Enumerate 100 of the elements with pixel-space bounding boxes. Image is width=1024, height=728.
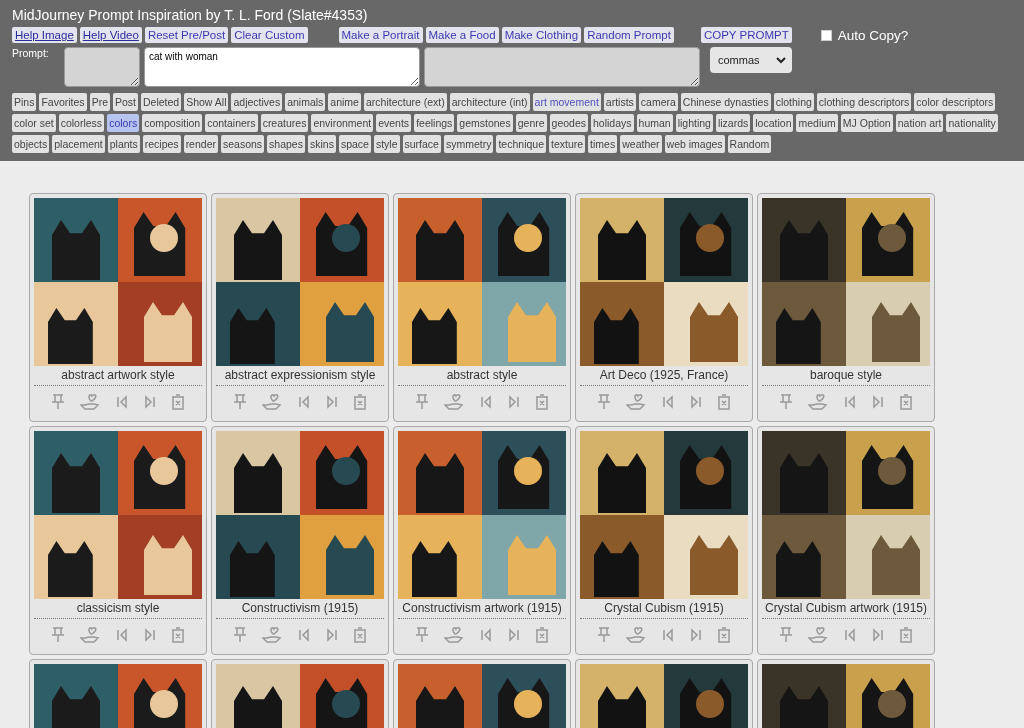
category-tag[interactable]: Deleted: [141, 93, 182, 111]
previous-icon[interactable]: [662, 395, 674, 409]
next-icon[interactable]: [871, 628, 884, 642]
trash-icon[interactable]: [717, 394, 732, 410]
next-icon[interactable]: [143, 628, 156, 642]
category-tag[interactable]: objects: [12, 135, 50, 153]
category-tag[interactable]: human: [636, 114, 673, 132]
category-tag[interactable]: medium: [796, 114, 838, 132]
category-tag[interactable]: geodes: [549, 114, 588, 132]
next-icon[interactable]: [871, 395, 884, 409]
category-tag[interactable]: camera: [638, 93, 678, 111]
previous-icon[interactable]: [480, 395, 492, 409]
previous-icon[interactable]: [116, 628, 128, 642]
category-tag[interactable]: Post: [112, 93, 138, 111]
next-icon[interactable]: [507, 628, 520, 642]
trash-icon[interactable]: [899, 394, 914, 410]
copy-prompt-button[interactable]: COPY PROMPT: [700, 27, 792, 43]
category-tag[interactable]: Pins: [12, 93, 37, 111]
category-tag[interactable]: technique: [496, 135, 546, 153]
pin-icon[interactable]: [414, 627, 429, 643]
category-tag[interactable]: colorless: [58, 114, 105, 132]
hand-heart-icon[interactable]: [262, 626, 283, 644]
category-tag[interactable]: MJ Option: [840, 114, 893, 132]
category-tag[interactable]: space: [338, 135, 371, 153]
pin-icon[interactable]: [414, 394, 429, 410]
trash-icon[interactable]: [535, 627, 550, 643]
trash-icon[interactable]: [171, 394, 186, 410]
pin-icon[interactable]: [778, 627, 793, 643]
hand-heart-icon[interactable]: [808, 626, 829, 644]
category-tag[interactable]: skins: [307, 135, 336, 153]
previous-icon[interactable]: [844, 395, 856, 409]
category-tag[interactable]: Pre: [89, 93, 110, 111]
previous-icon[interactable]: [298, 395, 310, 409]
category-tag[interactable]: art movement: [532, 93, 601, 111]
category-tag[interactable]: plants: [107, 135, 140, 153]
hand-heart-icon[interactable]: [626, 393, 647, 411]
category-tag[interactable]: recipes: [142, 135, 181, 153]
category-tag[interactable]: anime: [328, 93, 361, 111]
prefix-field[interactable]: [64, 47, 140, 87]
category-tag[interactable]: Random: [727, 135, 772, 153]
next-icon[interactable]: [689, 628, 702, 642]
category-tag[interactable]: web images: [664, 135, 725, 153]
pin-icon[interactable]: [232, 627, 247, 643]
category-tag[interactable]: surface: [402, 135, 441, 153]
category-tag[interactable]: adjectives: [231, 93, 283, 111]
category-tag[interactable]: colors: [107, 114, 140, 132]
prompt-field[interactable]: cat with woman: [144, 47, 420, 87]
pin-icon[interactable]: [50, 394, 65, 410]
hand-heart-icon[interactable]: [262, 393, 283, 411]
category-tag[interactable]: style: [373, 135, 400, 153]
category-tag[interactable]: nation art: [895, 114, 944, 132]
previous-icon[interactable]: [298, 628, 310, 642]
hand-heart-icon[interactable]: [80, 626, 101, 644]
category-tag[interactable]: lizards: [715, 114, 751, 132]
category-tag[interactable]: genre: [515, 114, 547, 132]
category-tag[interactable]: shapes: [267, 135, 305, 153]
previous-icon[interactable]: [480, 628, 492, 642]
category-tag[interactable]: containers: [205, 114, 258, 132]
toolbar-button[interactable]: Reset Pre/Post: [144, 27, 229, 43]
category-tag[interactable]: environment: [311, 114, 374, 132]
category-tag[interactable]: weather: [620, 135, 662, 153]
category-tag[interactable]: color set: [12, 114, 56, 132]
pin-icon[interactable]: [596, 627, 611, 643]
category-tag[interactable]: holidays: [591, 114, 634, 132]
category-tag[interactable]: seasons: [221, 135, 265, 153]
category-tag[interactable]: Favorites: [39, 93, 87, 111]
trash-icon[interactable]: [717, 627, 732, 643]
previous-icon[interactable]: [662, 628, 674, 642]
trash-icon[interactable]: [899, 627, 914, 643]
hand-heart-icon[interactable]: [444, 393, 465, 411]
category-tag[interactable]: clothing descriptors: [816, 93, 912, 111]
category-tag[interactable]: architecture (ext): [363, 93, 447, 111]
trash-icon[interactable]: [171, 627, 186, 643]
toolbar-button[interactable]: Clear Custom: [231, 27, 308, 43]
hand-heart-icon[interactable]: [808, 393, 829, 411]
category-tag[interactable]: architecture (int): [449, 93, 530, 111]
next-icon[interactable]: [325, 628, 338, 642]
pin-icon[interactable]: [596, 394, 611, 410]
category-tag[interactable]: texture: [549, 135, 586, 153]
category-tag[interactable]: placement: [52, 135, 105, 153]
next-icon[interactable]: [507, 395, 520, 409]
suffix-field[interactable]: [424, 47, 700, 87]
previous-icon[interactable]: [116, 395, 128, 409]
hand-heart-icon[interactable]: [80, 393, 101, 411]
hand-heart-icon[interactable]: [444, 626, 465, 644]
category-tag[interactable]: animals: [285, 93, 326, 111]
pin-icon[interactable]: [778, 394, 793, 410]
category-tag[interactable]: color descriptors: [914, 93, 996, 111]
category-tag[interactable]: location: [753, 114, 794, 132]
separator-dropdown[interactable]: commas: [710, 47, 792, 73]
next-icon[interactable]: [325, 395, 338, 409]
trash-icon[interactable]: [535, 394, 550, 410]
toolbar-button[interactable]: Help Video: [79, 27, 142, 43]
category-tag[interactable]: render: [183, 135, 218, 153]
category-tag[interactable]: lighting: [675, 114, 713, 132]
previous-icon[interactable]: [844, 628, 856, 642]
toolbar-button[interactable]: Make a Food: [425, 27, 499, 43]
category-tag[interactable]: symmetry: [443, 135, 494, 153]
next-icon[interactable]: [689, 395, 702, 409]
category-tag[interactable]: nationality: [946, 114, 998, 132]
